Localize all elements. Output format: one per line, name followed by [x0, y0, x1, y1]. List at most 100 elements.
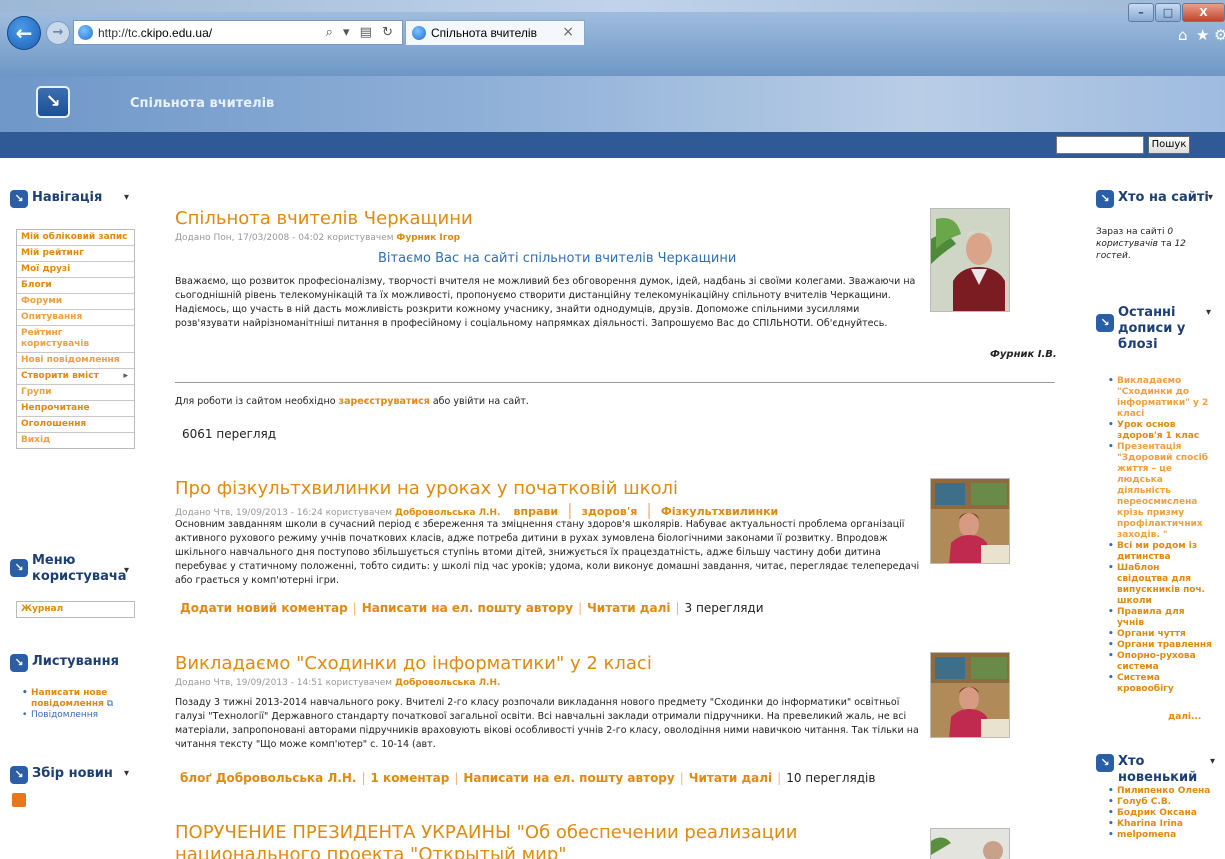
favorites-star-icon[interactable]: ★ — [1196, 26, 1209, 44]
nav-item-announcements[interactable]: Оголошення — [17, 417, 134, 433]
block-logo-icon: ↘ — [1096, 314, 1114, 332]
post1-meta-author[interactable]: Добровольська Л.Н. — [395, 508, 500, 518]
nav-item-create-content[interactable]: Створити вміст ▸ — [17, 369, 134, 385]
post2-views: 10 переглядів — [786, 771, 876, 785]
recent-post-item[interactable]: Органи травлення — [1108, 640, 1212, 651]
address-url: http://tc.ckipo.edu.ua/ — [98, 26, 213, 40]
browser-tab[interactable]: Спільнота вчителів × — [405, 20, 585, 45]
tag-separator: | — [646, 500, 652, 519]
new-user-item[interactable]: melpomena — [1108, 830, 1212, 841]
header-band — [0, 132, 1225, 158]
block-logo-icon: ↘ — [10, 766, 28, 784]
gear-icon[interactable]: ⚙ — [1214, 26, 1225, 44]
recent-post-item[interactable]: Шаблон свідоцтва для випускників поч. шк… — [1108, 563, 1212, 607]
nav-item-logout[interactable]: Вихід — [17, 433, 134, 448]
home-icon[interactable]: ⌂ — [1178, 26, 1188, 44]
post3-title[interactable]: ПОРУЧЕНИЕ ПРЕЗИДЕНТА УКРАИНЫ "Об обеспеч… — [175, 822, 935, 859]
link-separator: | — [361, 771, 366, 785]
site-header: ↘ Спільнота вчителів Пошук — [0, 76, 1225, 158]
nav-menu: Мій обліковий запис Мій рейтинг Мої друз… — [16, 229, 135, 449]
intro-title[interactable]: Спільнота вчителів Черкащини — [175, 208, 473, 230]
minimize-button[interactable]: – — [1128, 3, 1154, 22]
post2-meta: Додано Чтв, 19/09/2013 - 14:51 користува… — [175, 677, 500, 689]
intro-meta-date: Додано Пон, 17/03/2008 - 04:02 користува… — [175, 233, 397, 243]
post1-title[interactable]: Про фізкультхвилинки на уроках у початко… — [175, 478, 678, 500]
close-window-button[interactable]: X — [1182, 3, 1225, 22]
site-logo-icon[interactable]: ↘ — [36, 86, 70, 118]
search-button[interactable]: Пошук — [1148, 136, 1190, 154]
back-button[interactable]: ← — [7, 16, 41, 50]
nav-item-new-messages[interactable]: Нові повідомлення — [17, 353, 134, 369]
post1-tag-exercises[interactable]: вправи — [514, 505, 559, 518]
add-comment-link[interactable]: Додати новий коментар — [180, 601, 348, 615]
online-block-title: ↘ Хто на сайті — [1096, 190, 1209, 208]
ie-logo-icon — [412, 26, 426, 40]
user-menu-item-journal[interactable]: Журнал — [17, 602, 134, 617]
nav-item-unread[interactable]: Непрочитане — [17, 401, 134, 417]
online-text-end: . — [1127, 251, 1131, 261]
nav-item-account[interactable]: Мій обліковий запис — [17, 230, 134, 246]
mail-item-messages[interactable]: Повідомлення — [22, 710, 132, 721]
new-user-item[interactable]: Бодрик Оксана — [1108, 808, 1212, 819]
forward-button[interactable]: → — [46, 21, 70, 45]
tag-separator: | — [567, 500, 573, 519]
block-logo-icon: ↘ — [10, 190, 28, 208]
recent-post-item[interactable]: Презентація "Здоровий спосіб життя – це … — [1108, 442, 1212, 541]
collapse-arrow-icon[interactable]: ▾ — [124, 767, 129, 781]
collapse-arrow-icon[interactable]: ▾ — [1208, 191, 1213, 205]
link-separator: | — [777, 771, 782, 785]
new-user-item[interactable]: Голуб С.В. — [1108, 797, 1212, 808]
tab-title: Спільнота вчителів — [431, 26, 537, 40]
comments-link[interactable]: 1 коментар — [371, 771, 450, 785]
nav-item-groups[interactable]: Групи — [17, 385, 134, 401]
recent-post-item[interactable]: Урок основ здоров'я 1 клас — [1108, 420, 1212, 442]
recent-post-item[interactable]: Опорно-рухова система — [1108, 651, 1212, 673]
address-bar[interactable]: http://tc.ckipo.edu.ua/ ⌕ ▾ ▤ ↻ — [73, 20, 403, 45]
recent-post-item[interactable]: Правила для учнів — [1108, 607, 1212, 629]
collapse-arrow-icon[interactable]: ▾ — [1210, 755, 1215, 769]
block-logo-icon: ↘ — [1096, 190, 1114, 208]
post2-meta-author[interactable]: Добровольська Л.Н. — [395, 678, 500, 688]
mail-item-new[interactable]: Написати нове повідомлення ⧉ — [22, 688, 132, 710]
arrow-left-icon: ← — [15, 21, 33, 45]
recent-post-item[interactable]: Всі ми родом із дитинства — [1108, 541, 1212, 563]
online-text-mid: та — [1157, 239, 1175, 249]
nav-item-rating[interactable]: Мій рейтинг — [17, 246, 134, 262]
nav-item-friends[interactable]: Мої друзі — [17, 262, 134, 278]
link-separator: | — [352, 601, 357, 615]
mail-block-title: ↘ Листування — [10, 654, 119, 672]
collapse-arrow-icon[interactable]: ▾ — [1206, 306, 1211, 320]
address-controls[interactable]: ⌕ ▾ ▤ ↻ — [326, 24, 396, 41]
rss-feed-icon[interactable] — [12, 793, 26, 807]
classroom-photo — [931, 653, 1009, 737]
recent-post-item[interactable]: Органи чуття — [1108, 629, 1212, 640]
post1-meta-row: Додано Чтв, 19/09/2013 - 16:24 користува… — [175, 500, 778, 519]
read-more-link[interactable]: Читати далі — [587, 601, 670, 615]
collapse-arrow-icon[interactable]: ▾ — [124, 564, 129, 578]
nav-item-forums[interactable]: Форуми — [17, 294, 134, 310]
post1-tag-fizkult[interactable]: Фізкультхвилинки — [661, 505, 778, 518]
post2-title[interactable]: Викладаємо "Сходинки до інформатики" у 2… — [175, 653, 652, 675]
new-user-item[interactable]: Kharina Irina — [1108, 819, 1212, 830]
email-author-link[interactable]: Написати на ел. пошту автору — [463, 771, 674, 785]
search-input[interactable] — [1056, 136, 1144, 154]
recent-post-item[interactable]: Система кровообігу — [1108, 673, 1212, 695]
recent-posts-more-link[interactable]: далі... — [1168, 712, 1201, 723]
maximize-button[interactable]: □ — [1155, 3, 1181, 22]
nav-item-blogs[interactable]: Блоги — [17, 278, 134, 294]
nav-item-polls[interactable]: Опитування — [17, 310, 134, 326]
read-more-link[interactable]: Читати далі — [689, 771, 772, 785]
post1-tag-health[interactable]: здоров'я — [582, 505, 638, 518]
nav-item-user-rating[interactable]: Рейтинг користувачів — [17, 326, 134, 353]
recent-post-item[interactable]: Викладаємо "Сходинки до інформатики" у 2… — [1108, 376, 1212, 420]
close-tab-icon[interactable]: × — [562, 24, 574, 41]
site-name[interactable]: Спільнота вчителів — [130, 96, 274, 112]
blog-link[interactable]: блоґ Добровольська Л.Н. — [180, 771, 356, 785]
post1-links: Додати новий коментар | Написати на ел. по… — [180, 600, 764, 616]
email-author-link[interactable]: Написати на ел. пошту автору — [362, 601, 573, 615]
collapse-arrow-icon[interactable]: ▾ — [124, 191, 129, 205]
register-link[interactable]: зареєструватися — [339, 396, 430, 407]
intro-meta-author[interactable]: Фурник Ігор — [396, 233, 460, 243]
link-separator: | — [578, 601, 583, 615]
new-user-item[interactable]: Пилипенко Олена — [1108, 786, 1212, 797]
